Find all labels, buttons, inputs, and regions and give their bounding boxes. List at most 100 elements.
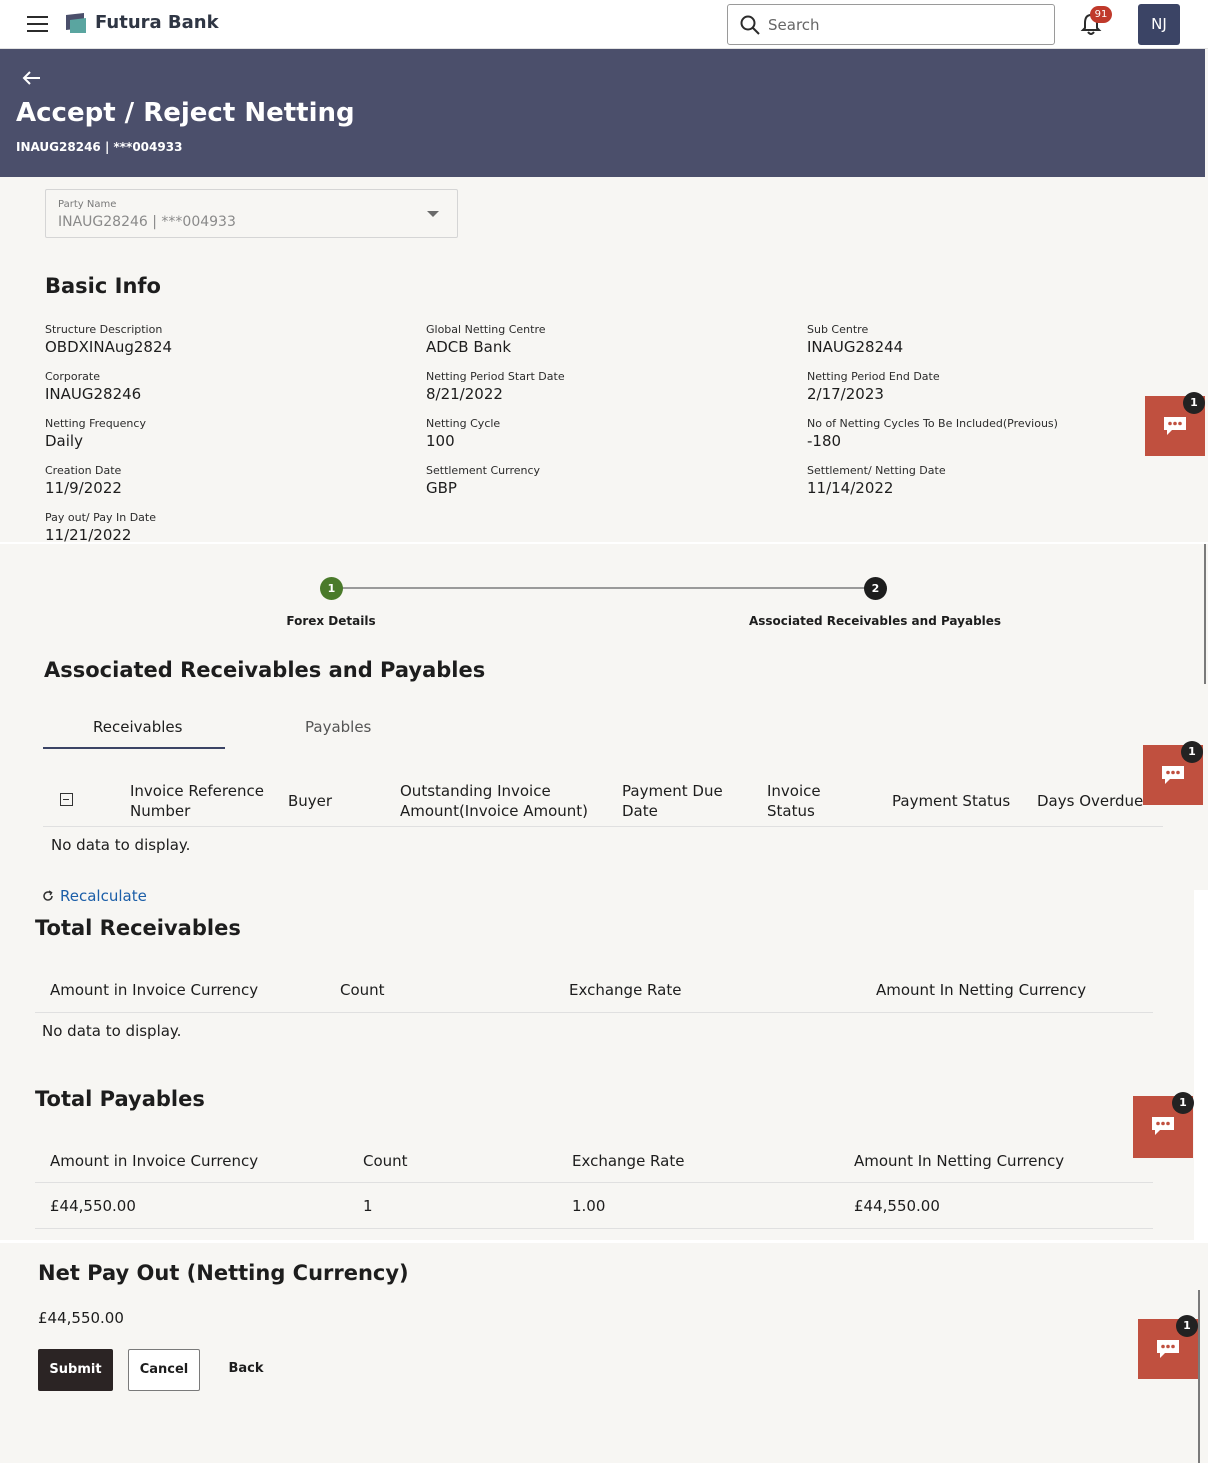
refresh-icon — [43, 890, 53, 901]
column-header: Invoice Reference Number — [130, 782, 264, 820]
net-payout-title: Net Pay Out (Netting Currency) — [38, 1261, 409, 1285]
total-receivables-title: Total Receivables — [35, 916, 241, 940]
column-header: Amount in Invoice Currency — [50, 1152, 259, 1170]
chat-bubble-icon — [1152, 1117, 1174, 1135]
recalculate-link[interactable]: Recalculate — [42, 887, 147, 905]
associated-title: Associated Receivables and Payables — [44, 658, 486, 682]
field-label: Settlement Currency — [426, 464, 541, 477]
search-box[interactable] — [727, 4, 1055, 45]
stepper-track — [331, 587, 875, 589]
bank-logo-icon — [66, 13, 86, 33]
page-subtitle: INAUG28246 | ***004933 — [16, 140, 183, 154]
field-label: Netting Cycle — [426, 417, 501, 430]
field-value: 2/17/2023 — [807, 385, 884, 403]
scrollbar[interactable] — [1198, 1290, 1200, 1463]
column-header: Days Overdue — [1037, 792, 1144, 810]
cancel-button[interactable]: Cancel — [128, 1349, 200, 1391]
column-header: Amount In Netting Currency — [876, 981, 1087, 999]
chat-badge: 1 — [1172, 1092, 1194, 1114]
tab-payables[interactable]: Payables — [305, 718, 371, 736]
notification-badge: 91 — [1090, 6, 1112, 23]
step-2-indicator[interactable]: 2 — [864, 577, 887, 600]
field-label: Netting Period End Date — [807, 370, 940, 383]
party-name-label: Party Name — [58, 199, 117, 210]
row-divider — [43, 826, 1163, 827]
chat-badge: 1 — [1176, 1315, 1198, 1337]
party-name-value: INAUG28246 | ***004933 — [58, 214, 236, 230]
divider — [0, 1240, 1208, 1243]
field-value: 11/9/2022 — [45, 479, 122, 497]
party-name-select[interactable]: Party Name INAUG28246 | ***004933 — [45, 189, 458, 238]
field-label: Structure Description — [45, 323, 163, 336]
recalculate-label: Recalculate — [60, 887, 147, 905]
column-header: Amount in Invoice Currency — [50, 981, 259, 999]
top-bar: Futura Bank 91 NJ — [0, 0, 1208, 49]
column-header: Amount In Netting Currency — [854, 1152, 1065, 1170]
scrollbar[interactable] — [1204, 544, 1206, 684]
row-divider — [35, 1228, 1153, 1229]
field-label: Creation Date — [45, 464, 122, 477]
chat-bubble-icon — [1164, 417, 1186, 435]
field-label: Settlement/ Netting Date — [807, 464, 946, 477]
menu-icon[interactable] — [27, 16, 48, 32]
column-header: Payment Status — [892, 792, 1011, 810]
chat-badge: 1 — [1181, 741, 1203, 763]
step-1-label[interactable]: Forex Details — [270, 614, 392, 628]
empty-state: No data to display. — [51, 836, 191, 854]
row-divider — [35, 1182, 1153, 1183]
field-value: GBP — [426, 479, 457, 497]
field-value: INAUG28246 — [45, 385, 142, 403]
back-button[interactable]: Back — [222, 1349, 270, 1391]
field-label: Netting Period Start Date — [426, 370, 565, 383]
user-avatar[interactable]: NJ — [1138, 4, 1180, 45]
table-cell: £44,550.00 — [854, 1197, 940, 1215]
active-tab-indicator — [43, 747, 225, 749]
field-value: -180 — [807, 432, 842, 450]
chevron-down-icon — [427, 211, 439, 217]
tab-receivables[interactable]: Receivables — [93, 718, 182, 736]
table-cell: 1 — [363, 1197, 373, 1215]
back-arrow-icon[interactable] — [22, 70, 42, 86]
field-value: INAUG28244 — [807, 338, 904, 356]
divider — [0, 542, 1208, 544]
column-header: Outstanding Invoice Amount(Invoice Amoun… — [400, 782, 588, 820]
field-label: No of Netting Cycles To Be Included(Prev… — [807, 417, 1058, 430]
column-header: Count — [363, 1152, 408, 1170]
table-cell: 1.00 — [572, 1197, 606, 1215]
empty-state: No data to display. — [42, 1022, 182, 1040]
chat-bubble-icon — [1157, 1340, 1179, 1358]
field-value: OBDXINAug2824 — [45, 338, 173, 356]
field-label: Global Netting Centre — [426, 323, 546, 336]
submit-button[interactable]: Submit — [38, 1349, 113, 1391]
chat-bubble-icon — [1162, 766, 1184, 784]
search-icon — [740, 15, 760, 35]
brand-name: Futura Bank — [95, 12, 219, 33]
row-divider — [35, 1012, 1153, 1013]
chat-badge: 1 — [1183, 392, 1205, 414]
side-strip — [1194, 890, 1208, 1240]
basic-info-title: Basic Info — [45, 274, 161, 298]
field-value: 8/21/2022 — [426, 385, 503, 403]
column-header: Exchange Rate — [569, 981, 682, 999]
field-label: Corporate — [45, 370, 100, 383]
field-label: Sub Centre — [807, 323, 869, 336]
search-input[interactable] — [768, 14, 1038, 36]
column-header: Count — [340, 981, 385, 999]
field-value: ADCB Bank — [426, 338, 512, 356]
field-value: 100 — [426, 432, 455, 450]
column-header: Buyer — [288, 792, 333, 810]
column-header: Invoice Status — [767, 782, 821, 820]
step-2-label[interactable]: Associated Receivables and Payables — [745, 614, 1005, 628]
field-value: Daily — [45, 432, 83, 450]
table-cell: £44,550.00 — [50, 1197, 136, 1215]
net-payout-value: £44,550.00 — [38, 1309, 124, 1327]
total-payables-title: Total Payables — [35, 1087, 205, 1111]
page-title: Accept / Reject Netting — [16, 98, 355, 128]
collapse-all-icon[interactable] — [60, 793, 73, 806]
column-header: Payment Due Date — [622, 782, 723, 820]
column-header: Exchange Rate — [572, 1152, 685, 1170]
field-label: Netting Frequency — [45, 417, 146, 430]
step-1-indicator[interactable]: 1 — [320, 577, 343, 600]
field-label: Pay out/ Pay In Date — [45, 511, 156, 524]
field-value: 11/14/2022 — [807, 479, 894, 497]
